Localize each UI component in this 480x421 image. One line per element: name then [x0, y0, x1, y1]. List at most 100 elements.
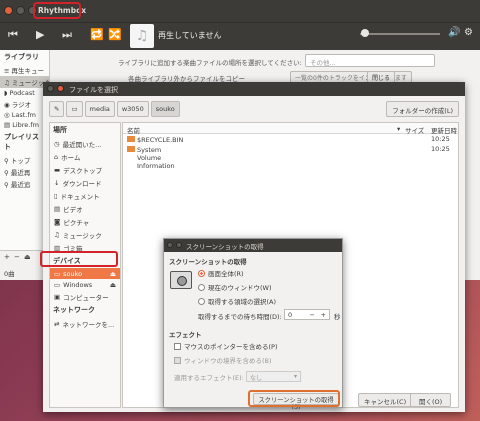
document-icon: ▯ — [54, 191, 58, 200]
network-browse[interactable]: ⇄ ネットワークを... — [50, 317, 120, 330]
sidebar-item-label: Podcast — [9, 89, 35, 97]
souko-highlight — [40, 251, 118, 267]
checkbox[interactable] — [174, 342, 181, 350]
close-icon[interactable] — [57, 85, 64, 92]
import-location-label: ライブラリに追加する楽曲ファイルの場所を選択してください: — [118, 59, 302, 67]
option-label: 現在のウィンドウ(W) — [208, 284, 272, 292]
device-windows[interactable]: ▭ Windows ⏏ — [50, 279, 120, 290]
playlist-item-recent-added[interactable]: ⚲ 最近追 — [0, 178, 49, 190]
path-bar: ✎ ▭ media w3050 souko — [49, 101, 180, 117]
folder-icon: ▬ — [54, 165, 61, 174]
place-label: ダウンロード — [62, 179, 102, 188]
delay-spinner[interactable]: 0 − + — [284, 309, 330, 320]
volume-icon[interactable]: 🔊 — [448, 27, 460, 38]
progress-knob[interactable] — [361, 29, 369, 37]
file-chooser-title: ファイルを選択 — [69, 86, 118, 94]
music-icon: ♫ — [54, 230, 60, 239]
place-documents[interactable]: ▯ ドキュメント — [50, 189, 120, 202]
file-list-header: 名前 ▾ サイズ 更新日時 — [123, 123, 458, 135]
radio-unchecked[interactable] — [198, 297, 205, 305]
add-icon[interactable]: + — [4, 253, 10, 261]
folder-icon — [127, 146, 135, 152]
place-downloads[interactable]: ↓ ダウンロード — [50, 176, 120, 189]
checkbox-label: マウスのポインターを含める(P) — [184, 343, 278, 351]
screenshot-title: スクリーンショットの取得 — [186, 243, 264, 251]
drive-icon[interactable]: ▭ — [66, 101, 83, 117]
file-chooser-titlebar: ファイルを選択 — [43, 82, 465, 96]
minimize-icon[interactable] — [176, 242, 182, 248]
path-button-w3050[interactable]: w3050 — [116, 101, 149, 117]
sidebar-item-lastfm[interactable]: ◎ Last.fm — [0, 110, 49, 120]
minimize-icon[interactable] — [16, 6, 25, 15]
eject-icon[interactable]: ⏏ — [110, 270, 116, 278]
device-label: souko — [63, 269, 83, 278]
sidebar-item-queue[interactable]: ≡ 再生キュー — [0, 64, 49, 76]
network-header: ネットワーク — [53, 306, 95, 314]
option-select-area[interactable]: 取得する領域の選択(A) — [198, 296, 276, 306]
close-icon[interactable] — [4, 6, 13, 15]
open-button[interactable]: 開く(O) — [410, 393, 452, 407]
progress-slider[interactable] — [360, 33, 440, 35]
place-music[interactable]: ♫ ミュージック — [50, 228, 120, 241]
play-icon[interactable]: ▶ — [36, 28, 44, 41]
delay-unit: 秒 — [334, 313, 341, 321]
delay-label: 取得するまでの待ち時間(D): — [198, 313, 282, 321]
new-folder-button[interactable]: フォルダーの作成(L) — [386, 101, 459, 117]
playlist-header: プレイリスト — [4, 133, 39, 151]
take-section-header: スクリーンショットの取得 — [169, 258, 247, 266]
sidebar-item-podcast[interactable]: ◗ Podcast — [0, 88, 49, 98]
device-computer[interactable]: ▣ コンピューター — [50, 290, 120, 303]
cancel-button[interactable]: キャンセル(C) — [358, 393, 413, 407]
close-icon[interactable] — [167, 242, 173, 248]
sidebar-item-label: ラジオ — [11, 101, 32, 109]
radio-checked[interactable] — [198, 269, 205, 277]
sidebar-item-music[interactable]: ♫ ミュージック — [0, 76, 49, 88]
eject-icon[interactable]: ⏏ — [24, 253, 31, 261]
remove-icon[interactable]: − — [14, 253, 20, 261]
device-label: コンピューター — [63, 293, 109, 302]
option-whole-screen[interactable]: 画面全体(R) — [198, 268, 244, 278]
file-row[interactable]: System Volume Information 10:25 — [123, 144, 458, 170]
close-icon[interactable] — [47, 85, 54, 92]
device-label: Windows — [63, 280, 93, 289]
home-icon: ⌂ — [54, 152, 59, 161]
file-row[interactable]: $RECYCLE.BIN 10:25 — [123, 134, 458, 144]
minus-icon[interactable]: − — [310, 311, 315, 319]
place-label: 最近開いた... — [62, 140, 102, 149]
repeat-icon[interactable]: 🔁 — [90, 28, 104, 41]
album-art-icon: ♫ — [130, 24, 154, 48]
place-videos[interactable]: ▤ ビデオ — [50, 202, 120, 215]
place-label: ビデオ — [63, 205, 83, 214]
path-button-media[interactable]: media — [84, 101, 115, 117]
shuffle-icon[interactable]: 🔀 — [108, 28, 122, 41]
radio-unchecked[interactable] — [198, 283, 205, 291]
camera-icon: ◙ — [54, 217, 61, 226]
sidebar-item-librefm[interactable]: ▤ Libre.fm — [0, 120, 49, 130]
checkbox — [174, 356, 181, 364]
chevron-down-icon: ▾ — [293, 373, 297, 380]
take-button-highlight — [248, 390, 340, 407]
device-souko[interactable]: ▭ souko ⏏ — [50, 268, 120, 279]
eject-icon[interactable]: ⏏ — [110, 281, 116, 289]
option-current-window[interactable]: 現在のウィンドウ(W) — [198, 282, 272, 292]
edit-location-button[interactable]: ✎ — [49, 101, 65, 117]
gear-icon[interactable]: ⚙ — [464, 27, 473, 38]
place-home[interactable]: ⌂ ホーム — [50, 150, 120, 163]
place-desktop[interactable]: ▬ デスクトップ — [50, 163, 120, 176]
sidebar-item-radio[interactable]: ◉ ラジオ — [0, 98, 49, 110]
path-button-souko[interactable]: souko — [150, 101, 180, 117]
include-pointer-checkbox[interactable]: マウスのポインターを含める(P) — [174, 341, 278, 351]
import-location-combo[interactable]: その他... — [305, 54, 435, 67]
now-playing-label: 再生していません — [158, 31, 222, 40]
folder-icon — [127, 136, 135, 142]
file-name: System Volume Information — [137, 146, 175, 170]
previous-icon[interactable]: ⏮ — [8, 28, 18, 42]
playlist-item-recent-played[interactable]: ⚲ 最近再 — [0, 166, 49, 178]
drive-icon: ▭ — [54, 269, 61, 278]
place-pictures[interactable]: ◙ ピクチャ — [50, 215, 120, 228]
place-recent[interactable]: ◷ 最近開いた... — [50, 137, 120, 150]
plus-icon[interactable]: + — [321, 311, 326, 319]
network-icon: ⇄ — [54, 319, 60, 328]
next-icon[interactable]: ⏭ — [62, 28, 72, 42]
playlist-item-top[interactable]: ⚲ トップ — [0, 154, 49, 166]
